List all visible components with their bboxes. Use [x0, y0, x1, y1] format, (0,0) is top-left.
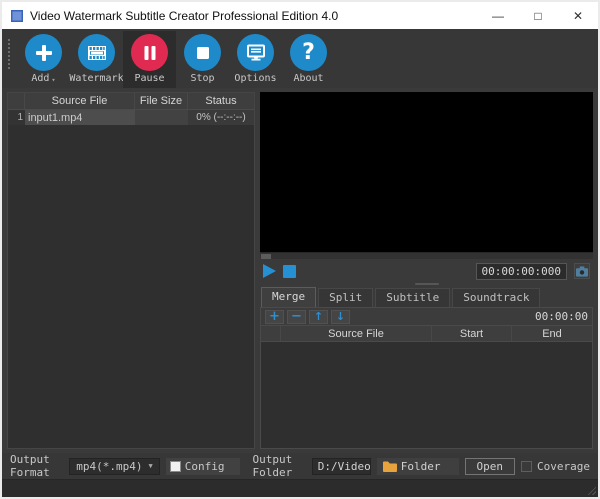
resize-grip[interactable]	[586, 485, 596, 495]
table-row[interactable]: 1 input1.mp4 0% (--:--:--)	[8, 110, 254, 125]
output-settings-bar: Output Format mp4(*.mp4) ▼ Config Output…	[2, 453, 598, 479]
maximize-button[interactable]: □	[518, 2, 558, 29]
source-table-header: Source File File Size Status	[8, 93, 254, 110]
question-icon: ?	[290, 34, 327, 71]
play-icon[interactable]	[263, 264, 276, 278]
about-label: About	[293, 73, 323, 84]
add-button[interactable]: Add▾	[17, 31, 70, 88]
add-label: Add	[31, 73, 49, 84]
move-up-button[interactable]: ↑	[309, 310, 328, 324]
source-file-table: Source File File Size Status 1 input1.mp…	[7, 92, 255, 449]
segment-toolbar: + − ↑ ↓ 00:00:00	[260, 307, 593, 325]
stop-playback-icon[interactable]	[283, 265, 296, 278]
chevron-down-icon: ▼	[149, 462, 153, 470]
add-dropdown-caret-icon[interactable]: ▾	[51, 76, 55, 84]
pause-label: Pause	[134, 73, 164, 84]
playback-time-display: 00:00:00:000	[476, 263, 567, 280]
stop-button[interactable]: Stop	[176, 31, 229, 88]
preview-panel: 00:00:00:000 Merge Split Subtitle Soundt…	[260, 92, 593, 449]
monitor-icon	[237, 34, 274, 71]
output-format-select[interactable]: mp4(*.mp4) ▼	[69, 458, 159, 475]
add-segment-button[interactable]: +	[265, 310, 284, 324]
tab-subtitle[interactable]: Subtitle	[375, 288, 450, 307]
window-title: Video Watermark Subtitle Creator Profess…	[30, 9, 338, 23]
source-table-empty-area	[8, 125, 254, 448]
output-folder-field[interactable]: D:/VideoOutput	[312, 458, 371, 475]
coverage-checkbox-group[interactable]: Coverage	[521, 460, 590, 473]
row-number-column-header	[8, 93, 25, 109]
status-cell: 0% (--:--:--)	[188, 110, 254, 125]
segment-table-header: Source File Start End	[260, 325, 593, 342]
arrow-up-icon: ↑	[314, 311, 323, 322]
move-down-button[interactable]: ↓	[331, 310, 350, 324]
snapshot-button[interactable]	[574, 263, 590, 279]
config-label: Config	[185, 460, 225, 473]
folder-icon	[383, 461, 397, 472]
minimize-button[interactable]: —	[478, 2, 518, 29]
video-preview	[260, 92, 593, 252]
app-window: Video Watermark Subtitle Creator Profess…	[0, 0, 600, 499]
tab-merge[interactable]: Merge	[261, 287, 316, 307]
playback-controls: 00:00:00:000	[260, 259, 593, 283]
splitter-grip[interactable]	[415, 283, 439, 285]
maximize-icon: □	[534, 9, 541, 23]
open-button[interactable]: Open	[465, 458, 516, 475]
row-number: 1	[8, 110, 25, 125]
arrow-down-icon: ↓	[336, 311, 345, 322]
watermark-button[interactable]: Watermark	[70, 31, 123, 88]
output-folder-label: Output Folder	[252, 453, 305, 479]
app-icon	[10, 9, 24, 23]
pause-button[interactable]: Pause	[123, 31, 176, 88]
options-button[interactable]: Options	[229, 31, 282, 88]
minus-icon: −	[291, 310, 302, 323]
coverage-checkbox[interactable]	[521, 461, 532, 472]
segment-source-column-header[interactable]: Source File	[281, 326, 432, 341]
file-size-cell	[135, 110, 188, 125]
folder-button[interactable]: Folder	[377, 458, 459, 475]
options-label: Options	[234, 73, 276, 84]
output-format-value: mp4(*.mp4)	[76, 460, 142, 473]
main-toolbar: Add▾ Watermark Pause Stop	[2, 29, 598, 88]
watermark-label: Watermark	[69, 73, 123, 84]
status-column-header[interactable]: Status	[188, 93, 254, 109]
seek-slider-handle[interactable]	[261, 254, 271, 259]
segment-time-display: 00:00:00	[535, 310, 588, 323]
segment-row-number-column	[261, 326, 281, 341]
segment-end-column-header[interactable]: End	[512, 326, 592, 341]
minimize-icon: —	[492, 9, 504, 23]
source-file-cell[interactable]: input1.mp4	[25, 110, 135, 125]
segment-start-column-header[interactable]: Start	[432, 326, 512, 341]
main-content: Source File File Size Status 1 input1.mp…	[2, 88, 598, 453]
toolbar-grip[interactable]	[8, 39, 11, 69]
film-icon	[78, 34, 115, 71]
remove-segment-button[interactable]: −	[287, 310, 306, 324]
tab-split[interactable]: Split	[318, 288, 373, 307]
tab-soundtrack[interactable]: Soundtrack	[452, 288, 540, 307]
close-button[interactable]: ✕	[558, 2, 598, 29]
file-size-column-header[interactable]: File Size	[135, 93, 188, 109]
seek-slider[interactable]	[260, 252, 593, 259]
pause-icon	[131, 34, 168, 71]
plus-icon	[25, 34, 62, 71]
stop-icon	[184, 34, 221, 71]
tab-bar: Merge Split Subtitle Soundtrack	[260, 286, 593, 307]
segment-table-empty-area	[260, 342, 593, 449]
plus-icon: +	[269, 310, 280, 323]
status-strip	[2, 479, 598, 497]
output-format-label: Output Format	[10, 453, 63, 479]
snapshot-icon	[576, 266, 588, 277]
about-button[interactable]: ? About	[282, 31, 335, 88]
stop-label: Stop	[190, 73, 214, 84]
folder-button-label: Folder	[401, 460, 441, 473]
source-file-column-header[interactable]: Source File	[25, 93, 135, 109]
config-checkbox[interactable]	[170, 461, 181, 472]
config-checkbox-group[interactable]: Config	[166, 458, 241, 475]
coverage-label: Coverage	[537, 460, 590, 473]
close-icon: ✕	[573, 9, 583, 23]
titlebar: Video Watermark Subtitle Creator Profess…	[2, 2, 598, 29]
